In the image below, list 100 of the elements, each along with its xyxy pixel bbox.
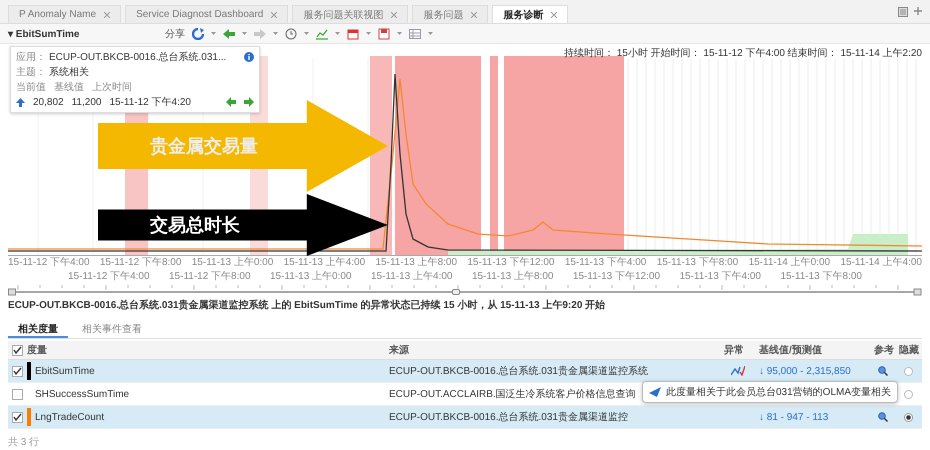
checkbox[interactable] [12, 344, 23, 356]
column-header[interactable]: 基线值/预测值 [759, 343, 822, 357]
field-label: 主题： [16, 66, 46, 79]
check-icon [13, 413, 22, 421]
axis-label: 15-11-12 下午4:00 [8, 256, 90, 270]
tooltip-text: 此度量相关于此会员总台031营销的OLMA变量相关 [666, 386, 892, 399]
column-header[interactable]: 异常 [724, 343, 744, 357]
axis-label: 15-11-13 下午8:00 [780, 270, 862, 284]
baseline-value: ↓ 81 - 947 - 113 [759, 412, 828, 422]
calendar-icon[interactable] [347, 28, 359, 40]
share-link[interactable]: 分享 [165, 26, 185, 40]
up-arrow-icon [16, 98, 25, 106]
axis-label: 15-11-14 上午4:00 [840, 256, 922, 270]
metric-name[interactable]: LngTradeCount [35, 412, 104, 422]
metric-name[interactable]: EbitSumTime [35, 366, 95, 376]
callout-label: 贵金属交易量 [150, 135, 258, 158]
tab[interactable]: 服务诊断 [492, 5, 568, 23]
column-header[interactable]: 度量 [27, 343, 47, 357]
tab[interactable]: 相关事件查看 [72, 318, 152, 338]
table-row[interactable]: EbitSumTime ECUP-OUT.BKCB-0016.总台系统.031贵金属渠道监控系统 ↓ 95,000 - 2,315,850 [8, 360, 922, 383]
source-text: ECUP-OUT.ACCLAIRB.国泛生冷系统客户价格信息查询 [389, 388, 636, 401]
caret-icon[interactable] [273, 32, 278, 35]
back-arrow-icon[interactable] [226, 97, 236, 107]
axis-label: 15-11-13 上午0:00 [192, 256, 274, 270]
window-icon[interactable] [898, 6, 908, 16]
caret-icon[interactable] [335, 32, 340, 35]
column-label: 基线值 [54, 80, 84, 94]
caret-icon[interactable] [428, 32, 433, 35]
summary-text: ECUP-OUT.BKCB-0016.总台系统.031贵金属渠道监控系统 上的 EbitSumTime 的异常状态已持续 15 小时，从 15-11-13 上午9:20 开始 [8, 298, 606, 313]
checkbox[interactable] [12, 366, 23, 376]
tab[interactable]: Service Diagnost Dashboard [125, 5, 288, 23]
value-text: 20,802 [33, 96, 64, 108]
radio-button[interactable] [904, 366, 913, 376]
checkbox[interactable] [12, 388, 23, 400]
axis-label: 15-11-12 下午8:00 [168, 270, 251, 284]
caret-icon[interactable] [242, 32, 247, 35]
baseline-value: ↓ 95,000 - 2,315,850 [759, 366, 851, 376]
axis-label: 15-11-13 上午8:00 [472, 270, 554, 284]
range-handle[interactable] [914, 288, 922, 296]
radio-button[interactable] [904, 390, 913, 398]
column-label: 上次时间 [92, 80, 132, 94]
column-label: 当前值 [16, 80, 46, 94]
tab[interactable]: P Anomaly Name [8, 5, 122, 23]
close-icon[interactable] [551, 12, 558, 18]
value-text: 11,200 [72, 96, 102, 108]
column-header[interactable]: 参考 [874, 343, 894, 357]
axis-label: 15-11-13 下午4:00 [679, 270, 761, 284]
column-header[interactable]: 隐藏 [899, 343, 919, 357]
axis-label: 15-11-13 下午12:00 [467, 256, 554, 270]
tab[interactable]: 服务问题关联视图 [292, 5, 408, 23]
time-range-slider[interactable] [8, 284, 922, 296]
axis-label: 15-11-13 上午0:00 [270, 270, 352, 284]
source-text: ECUP-OUT.BKCB-0016.总台系统.031贵金属渠道监控 [389, 410, 628, 424]
caret-icon[interactable] [211, 32, 216, 35]
anomaly-icon[interactable] [730, 366, 744, 376]
save-icon[interactable] [378, 28, 390, 40]
forward-arrow-icon[interactable] [244, 97, 254, 107]
check-icon [13, 367, 22, 375]
forward-arrow-icon[interactable] [254, 28, 266, 40]
metric-name[interactable]: SHSuccessSumTime [35, 388, 130, 400]
line-chart-icon[interactable] [316, 28, 328, 40]
axis-label: 15-11-13 下午4:00 [564, 256, 646, 270]
table-row[interactable]: LngTradeCount ECUP-OUT.BKCB-0016.总台系统.031贵金属渠道监控 ↓ 81 - 947 - 113 [8, 406, 922, 429]
search-icon[interactable] [878, 366, 888, 376]
tab[interactable]: 服务问题 [412, 5, 488, 23]
refresh-icon[interactable] [192, 28, 204, 40]
close-icon[interactable] [471, 12, 478, 18]
range-handle[interactable] [8, 288, 16, 296]
back-arrow-icon[interactable] [223, 28, 235, 40]
caret-icon[interactable] [397, 32, 402, 35]
tab[interactable]: 相关度量 [8, 318, 68, 338]
time-range-text: 持续时间： 15小时 开始时间： 15-11-12 下午4:00 结束时间： 15-11-14 上午2:20 [564, 46, 922, 60]
close-icon[interactable] [271, 12, 278, 18]
source-text: ECUP-OUT.BKCB-0016.总台系统.031贵金属渠道监控系统 [389, 364, 648, 378]
plus-icon[interactable] [914, 6, 922, 14]
close-icon[interactable] [104, 12, 110, 18]
caret-icon[interactable] [366, 32, 371, 35]
caret-icon[interactable] [304, 32, 309, 35]
column-header[interactable]: 来源 [389, 343, 409, 357]
slider-thumb[interactable] [452, 289, 460, 295]
axis-label: 15-11-12 下午4:00 [68, 270, 150, 284]
row-count: 共 3 行 [8, 436, 40, 449]
check-icon [13, 346, 22, 354]
value-text: 15-11-12 下午4:20 [109, 96, 191, 109]
info-icon[interactable] [244, 52, 254, 62]
metric-dropdown[interactable]: ▾ EbitSumTime [8, 28, 158, 40]
axis-label: 15-11-12 下午8:00 [100, 256, 182, 270]
axis-label: 15-11-13 上午8:00 [376, 256, 458, 270]
search-icon[interactable] [878, 412, 888, 422]
table-icon[interactable] [409, 28, 421, 40]
callout-label: 交易总时长 [150, 214, 240, 237]
axis-label: 15-11-13 上午4:00 [370, 270, 452, 284]
app-name: ECUP-OUT.BKCB-0016.总台系统.031... [49, 50, 228, 64]
field-label: 应用： [16, 50, 46, 64]
close-icon[interactable] [391, 12, 398, 18]
axis-label: 15-11-13 下午12:00 [572, 270, 660, 284]
radio-button[interactable] [904, 412, 913, 422]
checkbox[interactable] [12, 412, 23, 422]
clock-icon[interactable] [285, 28, 297, 40]
topic-value: 系统相关 [49, 66, 90, 79]
